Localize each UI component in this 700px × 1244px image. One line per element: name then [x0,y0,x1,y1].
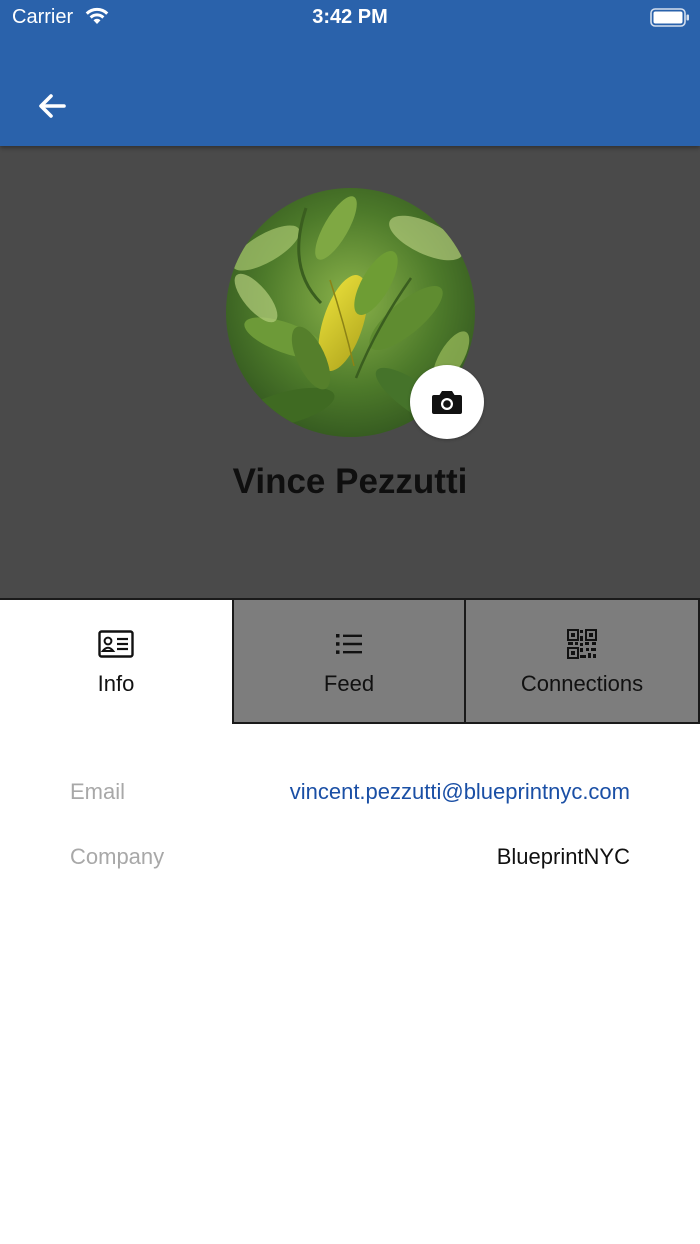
status-time: 3:42 PM [312,6,388,28]
app-bar: Carrier 3:42 PM [0,0,700,146]
tab-feed[interactable]: Feed [232,598,466,724]
company-label: Company [70,844,165,869]
tab-info[interactable]: Info [0,598,232,724]
company-value: BlueprintNYC [496,844,630,869]
camera-icon [432,391,462,414]
qr-code-icon [567,629,597,659]
list-icon [336,634,362,654]
tab-info-label: Info [97,671,135,696]
profile-name: Vince Pezzutti [232,462,468,501]
email-label: Email [70,779,126,804]
id-card-icon [98,630,134,658]
email-link[interactable]: vincent.pezzutti@blueprintnyc.com [290,779,630,805]
back-button[interactable] [30,86,74,126]
battery-icon [650,8,689,27]
tab-connections-label: Connections [520,671,644,696]
status-bar: Carrier 3:42 PM [0,0,700,40]
profile-tabs: Info Feed Connections [0,598,700,724]
change-photo-button[interactable] [410,365,484,439]
profile-header: Vince Pezzutti [0,146,700,598]
arrow-left-icon [39,94,66,118]
tab-feed-label: Feed [323,671,375,696]
tab-connections[interactable]: Connections [466,598,700,724]
